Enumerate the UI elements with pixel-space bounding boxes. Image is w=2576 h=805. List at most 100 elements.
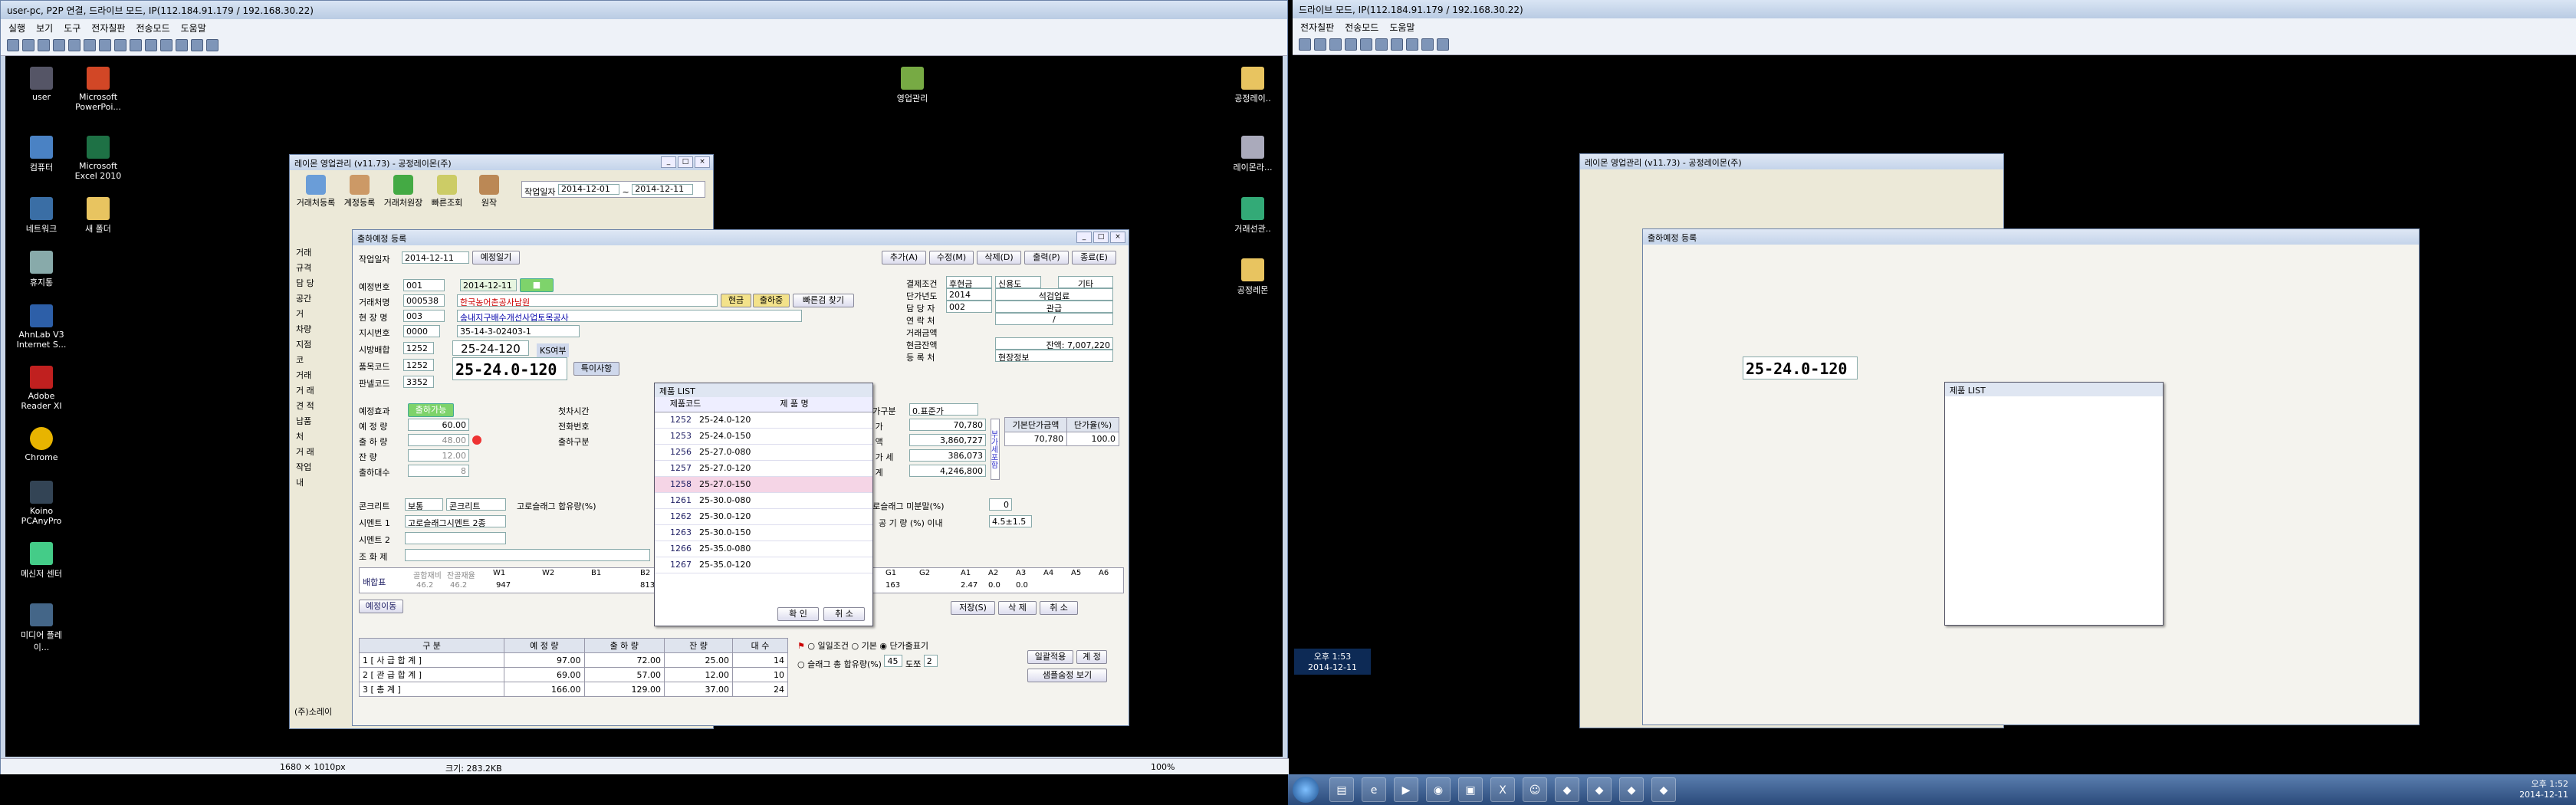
site-name-field[interactable]: 송내지구배수개선사업토목공사 [457, 310, 802, 322]
right-product-big-field[interactable]: 25-24.0-120 [1743, 356, 1858, 380]
tool-icon[interactable] [68, 39, 80, 51]
tool-icon[interactable] [1299, 38, 1311, 51]
shipping-possible-button[interactable]: 출하가능 [408, 403, 454, 417]
list-item-selected[interactable]: 1258 25-27.0-150 [655, 477, 872, 493]
credit-field[interactable]: 신용도 [995, 276, 1041, 288]
concrete-type-select[interactable]: 보통 [405, 498, 443, 511]
pay-term-field[interactable]: 후현금 [946, 276, 992, 288]
list-item[interactable]: 1266 25-35.0-080 [655, 541, 872, 557]
table-row[interactable]: 1 [ 사 급 합 계 ] 97.00 72.00 25.00 14 [358, 652, 789, 668]
unit-price-field[interactable]: 70,780 [909, 419, 986, 431]
total-field[interactable]: 4,246,800 [909, 465, 986, 477]
menu-board[interactable]: 전자칠판 [1300, 21, 1334, 33]
maximize-button[interactable]: □ [1093, 232, 1109, 243]
date-to-input[interactable]: 2014-12-11 [632, 184, 694, 195]
close-button[interactable]: × [1110, 232, 1125, 243]
list-item[interactable]: 1262 25-30.0-120 [655, 509, 872, 525]
list-item[interactable]: 1267 25-35.0-120 [655, 557, 872, 573]
prev-date-button[interactable]: 예정일기 [472, 251, 520, 264]
tool-icon[interactable] [38, 39, 50, 51]
order-no-field[interactable]: 001 [403, 279, 445, 291]
add-button[interactable]: 추가(A) [882, 251, 926, 264]
tool-icon[interactable] [145, 39, 157, 51]
tool-icon[interactable] [1329, 38, 1342, 51]
desktop-icon-computer[interactable]: 컴퓨터 [13, 136, 70, 173]
account-button[interactable]: 계 정 [1076, 650, 1107, 664]
chrome-icon[interactable]: ◉ [1426, 777, 1451, 802]
option-radio[interactable]: ○ 기본 [851, 641, 876, 651]
work-date-input[interactable]: 2014-12-11 [402, 251, 469, 264]
tool-icon[interactable] [84, 39, 96, 51]
desktop-icon-user[interactable]: user [13, 67, 70, 102]
tool-icon[interactable] [22, 39, 34, 51]
tool-icon[interactable] [53, 39, 65, 51]
list-item[interactable]: 1261 25-30.0-080 [655, 493, 872, 509]
price-year-field[interactable]: 2014 [946, 288, 992, 301]
plan-move-button[interactable]: 예정이동 [359, 600, 403, 613]
ship-qty-field[interactable]: 48.00 [408, 434, 469, 446]
air-field[interactable]: 4.5±1.5 [989, 515, 1032, 527]
option-value-field[interactable]: 45 [884, 655, 903, 667]
misc-field[interactable]: 기타 [1058, 276, 1113, 288]
spec-text-field[interactable]: 35-14-3-02403-1 [457, 325, 580, 337]
truck-count-field[interactable]: 8 [408, 465, 469, 477]
order-date-field[interactable]: 2014-12-11 [460, 279, 517, 291]
admixture-select[interactable] [405, 549, 650, 561]
menu-help[interactable]: 도움말 [181, 21, 206, 34]
tool-icon[interactable] [1314, 38, 1326, 51]
delete-row-button[interactable]: 삭 제 [998, 601, 1037, 615]
option-radio[interactable]: ○ 일일조건 [807, 641, 849, 651]
messenger-icon[interactable]: ☺ [1523, 777, 1547, 802]
menu-tools[interactable]: 도구 [64, 21, 80, 34]
list-item[interactable]: 1256 25-27.0-080 [655, 445, 872, 461]
explorer-icon[interactable]: ▤ [1329, 777, 1354, 802]
delete-button[interactable]: 삭제(D) [977, 251, 1021, 264]
cash-chip[interactable]: 현금 [721, 294, 751, 307]
close-button[interactable]: × [695, 156, 710, 168]
save-button[interactable]: 저장(S) [951, 601, 995, 615]
tool-icon[interactable] [7, 39, 19, 51]
slash-field[interactable]: / [995, 313, 1113, 325]
plan-qty-field[interactable]: 60.00 [408, 419, 469, 431]
popup-ok-button[interactable]: 확 인 [777, 607, 819, 621]
site-code-field[interactable]: 003 [403, 310, 445, 322]
tool-icon[interactable] [1360, 38, 1372, 51]
excel-icon[interactable]: X [1490, 777, 1515, 802]
desktop-icon-client[interactable]: 거래선관.. [1224, 197, 1281, 235]
desktop-icon-messenger[interactable]: 메신저 센터 [13, 542, 70, 580]
menu-run[interactable]: 실행 [8, 21, 25, 34]
vat-field[interactable]: 386,073 [909, 449, 986, 462]
zoom-level[interactable]: 100% [1151, 762, 1175, 772]
minimize-button[interactable]: _ [661, 156, 676, 168]
menu-view[interactable]: 보기 [36, 21, 53, 34]
cement1-select[interactable]: 고로슬래그시멘트 2종 [405, 515, 506, 527]
desktop-icon-trash[interactable]: 휴지통 [13, 251, 70, 288]
desktop-icon-ahnlab[interactable]: AhnLab V3 Internet S... [13, 304, 70, 350]
app-icon[interactable]: ◆ [1555, 777, 1579, 802]
media-icon[interactable]: ▶ [1394, 777, 1418, 802]
client-code-field[interactable]: 000538 [403, 294, 445, 307]
desktop-icon-raymon[interactable]: 레이몬라... [1224, 136, 1281, 173]
tool-icon[interactable] [99, 39, 111, 51]
tool-icon[interactable] [191, 39, 203, 51]
desktop-icon-network[interactable]: 네트워크 [13, 197, 70, 235]
price-type-select[interactable]: 0.표준가 [909, 403, 978, 416]
taskbar-clock[interactable]: 오후 1:52 2014-12-11 [2519, 779, 2568, 800]
account-register-button[interactable]: 계정등록 [340, 175, 379, 209]
table-row[interactable]: 3 [ 총 계 ] 166.00 129.00 37.00 24 [358, 682, 789, 697]
green-toggle-button[interactable]: ■ [520, 278, 554, 292]
spec-no-field[interactable]: 0000 [403, 325, 440, 337]
gov-field[interactable]: 관급 [995, 301, 1113, 313]
mix-value-field[interactable]: 25-24-120 [452, 340, 529, 356]
amount-field[interactable]: 3,860,727 [909, 434, 986, 446]
tool-icon[interactable] [160, 39, 172, 51]
date-from-input[interactable]: 2014-12-01 [557, 184, 619, 195]
option-radio-checked[interactable]: ◉ 단가출표기 [879, 641, 928, 651]
print-button[interactable]: 출력(P) [1024, 251, 1069, 264]
quick-search-button[interactable]: 빠른조회 [428, 175, 466, 209]
tool-icon[interactable] [1345, 38, 1357, 51]
desktop-icon-powerpoint[interactable]: Microsoft PowerPoi... [70, 67, 127, 112]
client-ledger-button[interactable]: 거래처원장 [380, 175, 426, 209]
menu-transfer[interactable]: 전송모드 [1345, 21, 1378, 33]
client-register-button[interactable]: 거래처등록 [293, 175, 339, 209]
